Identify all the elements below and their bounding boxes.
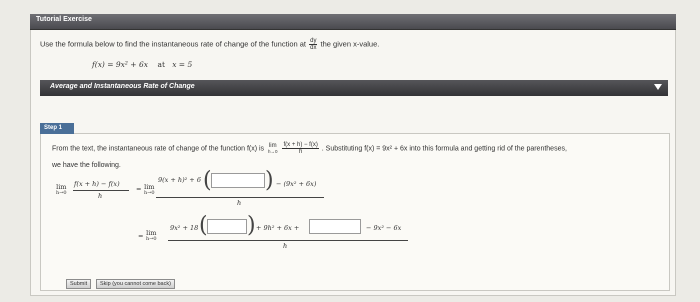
section-toggle-bar[interactable]: Average and Instantaneous Rate of Change xyxy=(40,80,668,96)
row1-rhs-lim: lim h→0 xyxy=(144,183,155,196)
row1-equals: = xyxy=(136,185,142,193)
header-title: Tutorial Exercise xyxy=(36,16,92,23)
row2-close-paren: ) xyxy=(247,213,256,238)
section-title: Average and Instantaneous Rate of Change xyxy=(50,83,195,90)
row1-lhs-fraction-bar xyxy=(73,190,129,191)
given-function: f(x) = 9x² + 6x at x = 5 xyxy=(92,60,193,69)
instructions-text: Use the formula below to find the instan… xyxy=(40,38,380,51)
row1-rhs-numerator-end: − (9x² + 6x) xyxy=(276,180,317,188)
row2-fraction-bar xyxy=(168,240,408,241)
inline-difference-quotient: f(x + h) − f(x) h xyxy=(282,142,319,155)
row2-numerator-end: − 9x² − 6x xyxy=(366,224,402,232)
row2-denominator: h xyxy=(283,242,288,250)
row1-lhs-denominator: h xyxy=(98,192,103,200)
row2-equals: = xyxy=(138,232,144,240)
inline-lim: lim h→0 xyxy=(268,142,278,154)
step-text-line2: we have the following. xyxy=(52,162,121,169)
row2-numerator-start: 9x² + 18 xyxy=(170,224,199,232)
row2-answer-input-1[interactable] xyxy=(207,219,247,234)
row2-answer-input-2[interactable] xyxy=(309,219,361,234)
dy-dx-fraction: dy dx xyxy=(309,38,318,51)
collapse-caret-icon[interactable] xyxy=(654,84,662,90)
skip-button[interactable]: Skip (you cannot come back) xyxy=(96,279,175,289)
step-text-line1: From the text, the instantaneous rate of… xyxy=(52,142,567,155)
submit-button[interactable]: Submit xyxy=(66,279,92,289)
row1-answer-input[interactable] xyxy=(211,173,265,188)
row2-lim: lim h→0 xyxy=(146,229,157,242)
step-box xyxy=(40,133,670,291)
step-label: Step 1 xyxy=(40,123,74,134)
tutorial-page: Tutorial Exercise Use the formula below … xyxy=(0,0,700,302)
header-bar: Tutorial Exercise xyxy=(30,14,676,30)
row2-numerator-mid: + 9h² + 6x + xyxy=(256,224,300,232)
row1-rhs-denominator: h xyxy=(237,199,242,207)
row1-close-paren: ) xyxy=(265,168,274,193)
row1-rhs-numerator-start: 9(x + h)² + 6 xyxy=(158,176,201,184)
row1-lhs-numerator: f(x + h) − f(x) xyxy=(74,180,120,188)
row1-lhs-lim: lim h→0 xyxy=(56,183,67,196)
row1-rhs-fraction-bar xyxy=(156,197,324,198)
